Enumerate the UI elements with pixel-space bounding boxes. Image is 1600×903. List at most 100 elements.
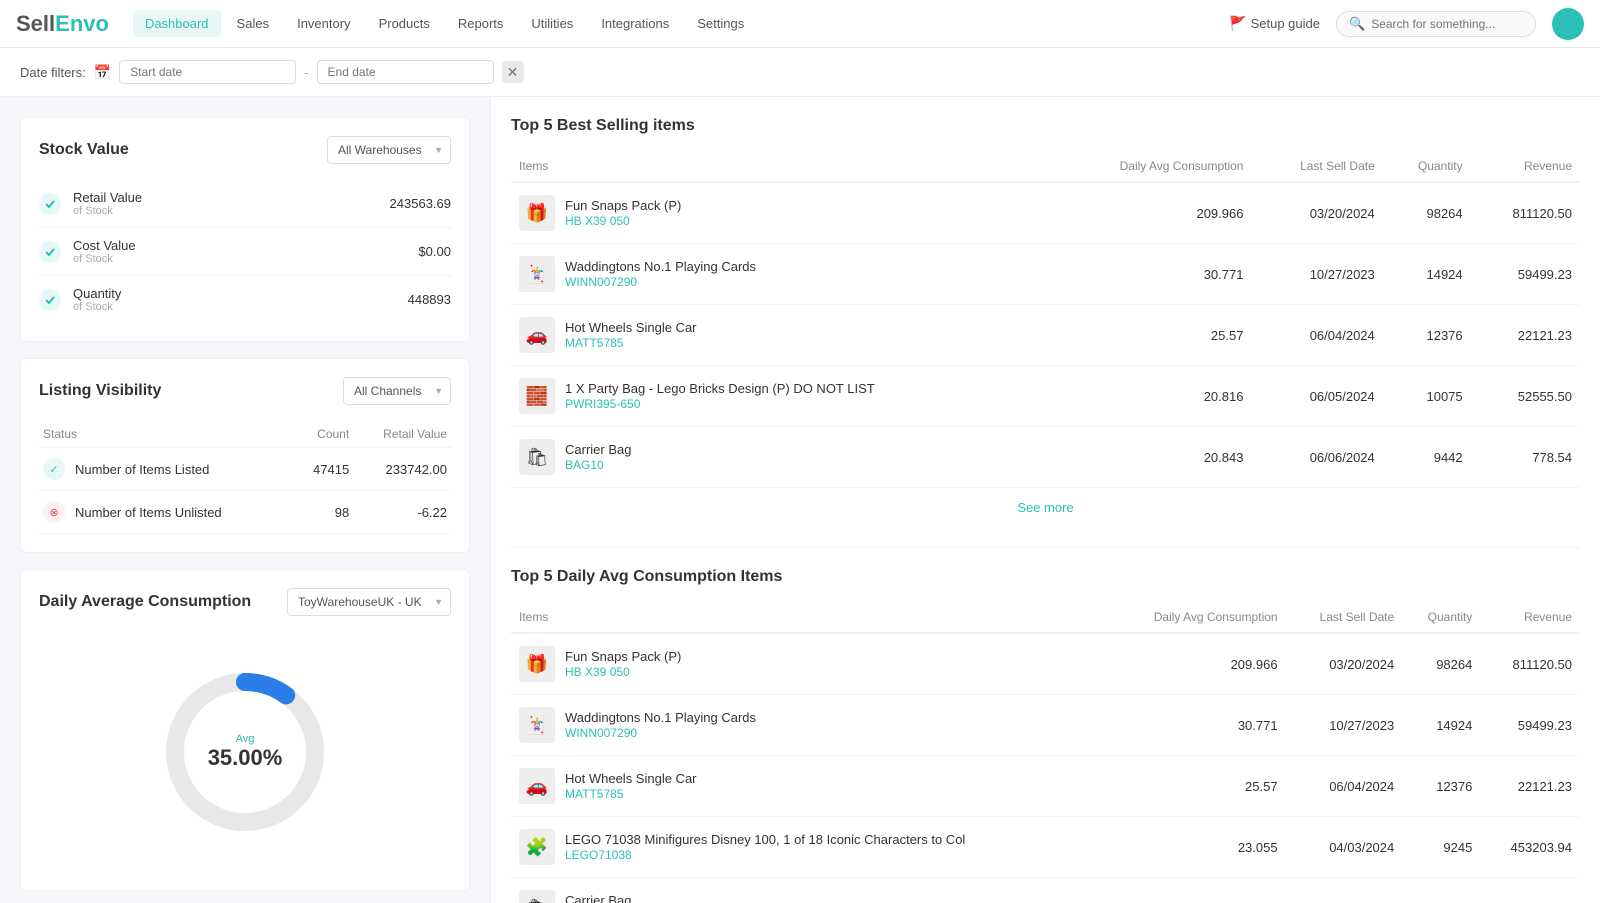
col-daily_avg_consumption: Daily Avg Consumption: [1049, 151, 1251, 182]
item-name: LEGO 71038 Minifigures Disney 100, 1 of …: [565, 832, 965, 849]
metric-row: Quantity of Stock 448893: [39, 276, 451, 323]
nav-items: DashboardSalesInventoryProductsReportsUt…: [133, 10, 1229, 37]
top-dac-title: Top 5 Daily Avg Consumption Items: [511, 568, 1580, 586]
item-info: Hot Wheels Single Car MATT5785: [565, 320, 697, 351]
channel-dropdown[interactable]: All Channels: [343, 377, 451, 405]
listing-count: 98: [293, 491, 353, 534]
table-row: 🧩 LEGO 71038 Minifigures Disney 100, 1 o…: [511, 817, 1580, 878]
item-date: 06/06/2024: [1286, 878, 1403, 903]
item-date: 10/27/2023: [1286, 695, 1403, 756]
nav-item-dashboard[interactable]: Dashboard: [133, 10, 221, 37]
item-date: 10/27/2023: [1251, 244, 1382, 305]
top-dac-table: ItemsDaily Avg ConsumptionLast Sell Date…: [511, 602, 1580, 903]
main-content: Stock Value All Warehouses Retail Value …: [0, 97, 1600, 903]
nav-item-settings[interactable]: Settings: [685, 10, 756, 37]
item-thumb: 🃏: [519, 256, 555, 292]
logo-sell: Sell: [16, 11, 55, 37]
item-dac: 20.843: [1049, 427, 1251, 488]
col-daily_avg_consumption: Daily Avg Consumption: [1106, 602, 1286, 633]
date-separator: -: [304, 65, 308, 80]
item-sku[interactable]: LEGO71038: [565, 848, 965, 862]
nav-item-reports[interactable]: Reports: [446, 10, 516, 37]
logo-envo: Envo: [55, 11, 109, 37]
item-revenue: 778.54: [1480, 878, 1580, 903]
item-cell-td: 🧩 LEGO 71038 Minifigures Disney 100, 1 o…: [511, 817, 1106, 878]
item-revenue: 22121.23: [1471, 305, 1580, 366]
listing-visibility-title: Listing Visibility: [39, 382, 161, 400]
nav-item-sales[interactable]: Sales: [225, 10, 282, 37]
avatar[interactable]: [1552, 8, 1584, 40]
item-sku[interactable]: HB X39 050: [565, 665, 681, 679]
item-revenue: 811120.50: [1471, 182, 1580, 244]
item-cell: 🛍 Carrier Bag BAG10: [519, 439, 1041, 475]
channel-dropdown-wrapper: All Channels: [343, 377, 451, 405]
metric-label: Retail Value of Stock: [73, 190, 378, 217]
item-name: Waddingtons No.1 Playing Cards: [565, 710, 756, 727]
item-dac: 30.771: [1106, 695, 1286, 756]
item-sku[interactable]: MATT5785: [565, 787, 697, 801]
table-row: 🃏 Waddingtons No.1 Playing Cards WINN007…: [511, 244, 1580, 305]
listing-row: ⊗ Number of Items Unlisted 98 -6.22: [39, 491, 451, 534]
item-qty: 14924: [1402, 695, 1480, 756]
metric-value: 448893: [408, 292, 451, 307]
item-cell-td: 🛍 Carrier Bag BAG10: [511, 427, 1049, 488]
item-cell: 🧩 LEGO 71038 Minifigures Disney 100, 1 o…: [519, 829, 1098, 865]
col-revenue: Revenue: [1471, 151, 1580, 182]
item-cell-td: 🚗 Hot Wheels Single Car MATT5785: [511, 756, 1106, 817]
item-date: 03/20/2024: [1251, 182, 1382, 244]
end-date-input[interactable]: [317, 60, 494, 84]
item-sku[interactable]: HB X39 050: [565, 214, 681, 228]
flag-icon: 🚩: [1229, 15, 1246, 32]
item-cell-td: 🛍 Carrier Bag BAG10: [511, 878, 1106, 903]
item-date: 04/03/2024: [1286, 817, 1403, 878]
item-cell: 🛍 Carrier Bag BAG10: [519, 890, 1098, 903]
see-more-link[interactable]: See more: [1017, 500, 1073, 515]
nav-item-inventory[interactable]: Inventory: [285, 10, 362, 37]
item-date: 06/05/2024: [1251, 366, 1382, 427]
listing-table: StatusCountRetail Value ✓ Number of Item…: [39, 421, 451, 534]
avg-text: Avg: [208, 733, 283, 745]
item-sku[interactable]: WINN007290: [565, 726, 756, 740]
check-icon: [39, 241, 61, 263]
item-cell: 🃏 Waddingtons No.1 Playing Cards WINN007…: [519, 256, 1041, 292]
nav-item-utilities[interactable]: Utilities: [519, 10, 585, 37]
listing-retail: -6.22: [353, 491, 451, 534]
metric-title: Retail Value: [73, 190, 378, 205]
metric-row: Retail Value of Stock 243563.69: [39, 180, 451, 228]
dac-warehouse-dropdown[interactable]: ToyWarehouseUK - UK: [287, 588, 451, 616]
date-filters-label: Date filters:: [20, 65, 86, 80]
item-cell: 🚗 Hot Wheels Single Car MATT5785: [519, 768, 1098, 804]
item-thumb: 🛍: [519, 439, 555, 475]
item-revenue: 811120.50: [1480, 633, 1580, 695]
top-dac-section: Top 5 Daily Avg Consumption Items ItemsD…: [511, 568, 1580, 903]
item-dac: 23.055: [1106, 817, 1286, 878]
warehouse-dropdown[interactable]: All Warehouses: [327, 136, 451, 164]
item-cell: 🎁 Fun Snaps Pack (P) HB X39 050: [519, 195, 1041, 231]
status-row: ⊗ Number of Items Unlisted: [43, 501, 289, 523]
start-date-input[interactable]: [119, 60, 296, 84]
search-bar[interactable]: 🔍: [1336, 11, 1536, 37]
search-icon: 🔍: [1349, 16, 1365, 32]
item-qty: 98264: [1383, 182, 1471, 244]
item-cell: 🧱 1 X Party Bag - Lego Bricks Design (P)…: [519, 378, 1041, 414]
stock-metrics: Retail Value of Stock 243563.69 Cost Val…: [39, 180, 451, 323]
status-dot: ⊗: [43, 501, 65, 523]
item-sku[interactable]: BAG10: [565, 458, 631, 472]
item-qty: 12376: [1383, 305, 1471, 366]
listing-count: 47415: [293, 448, 353, 491]
item-qty: 98264: [1402, 633, 1480, 695]
item-revenue: 778.54: [1471, 427, 1580, 488]
listing-col-retail_value: Retail Value: [353, 421, 451, 448]
date-clear-button[interactable]: ✕: [502, 61, 524, 83]
search-input[interactable]: [1371, 17, 1523, 31]
setup-guide[interactable]: 🚩 Setup guide: [1229, 15, 1320, 32]
item-name: Waddingtons No.1 Playing Cards: [565, 259, 756, 276]
nav-item-products[interactable]: Products: [367, 10, 442, 37]
nav-item-integrations[interactable]: Integrations: [589, 10, 681, 37]
item-cell: 🚗 Hot Wheels Single Car MATT5785: [519, 317, 1041, 353]
item-sku[interactable]: MATT5785: [565, 336, 697, 350]
item-sku[interactable]: PWRI395-650: [565, 397, 875, 411]
metric-row: Cost Value of Stock $0.00: [39, 228, 451, 276]
item-sku[interactable]: WINN007290: [565, 275, 756, 289]
item-name: Carrier Bag: [565, 442, 631, 459]
